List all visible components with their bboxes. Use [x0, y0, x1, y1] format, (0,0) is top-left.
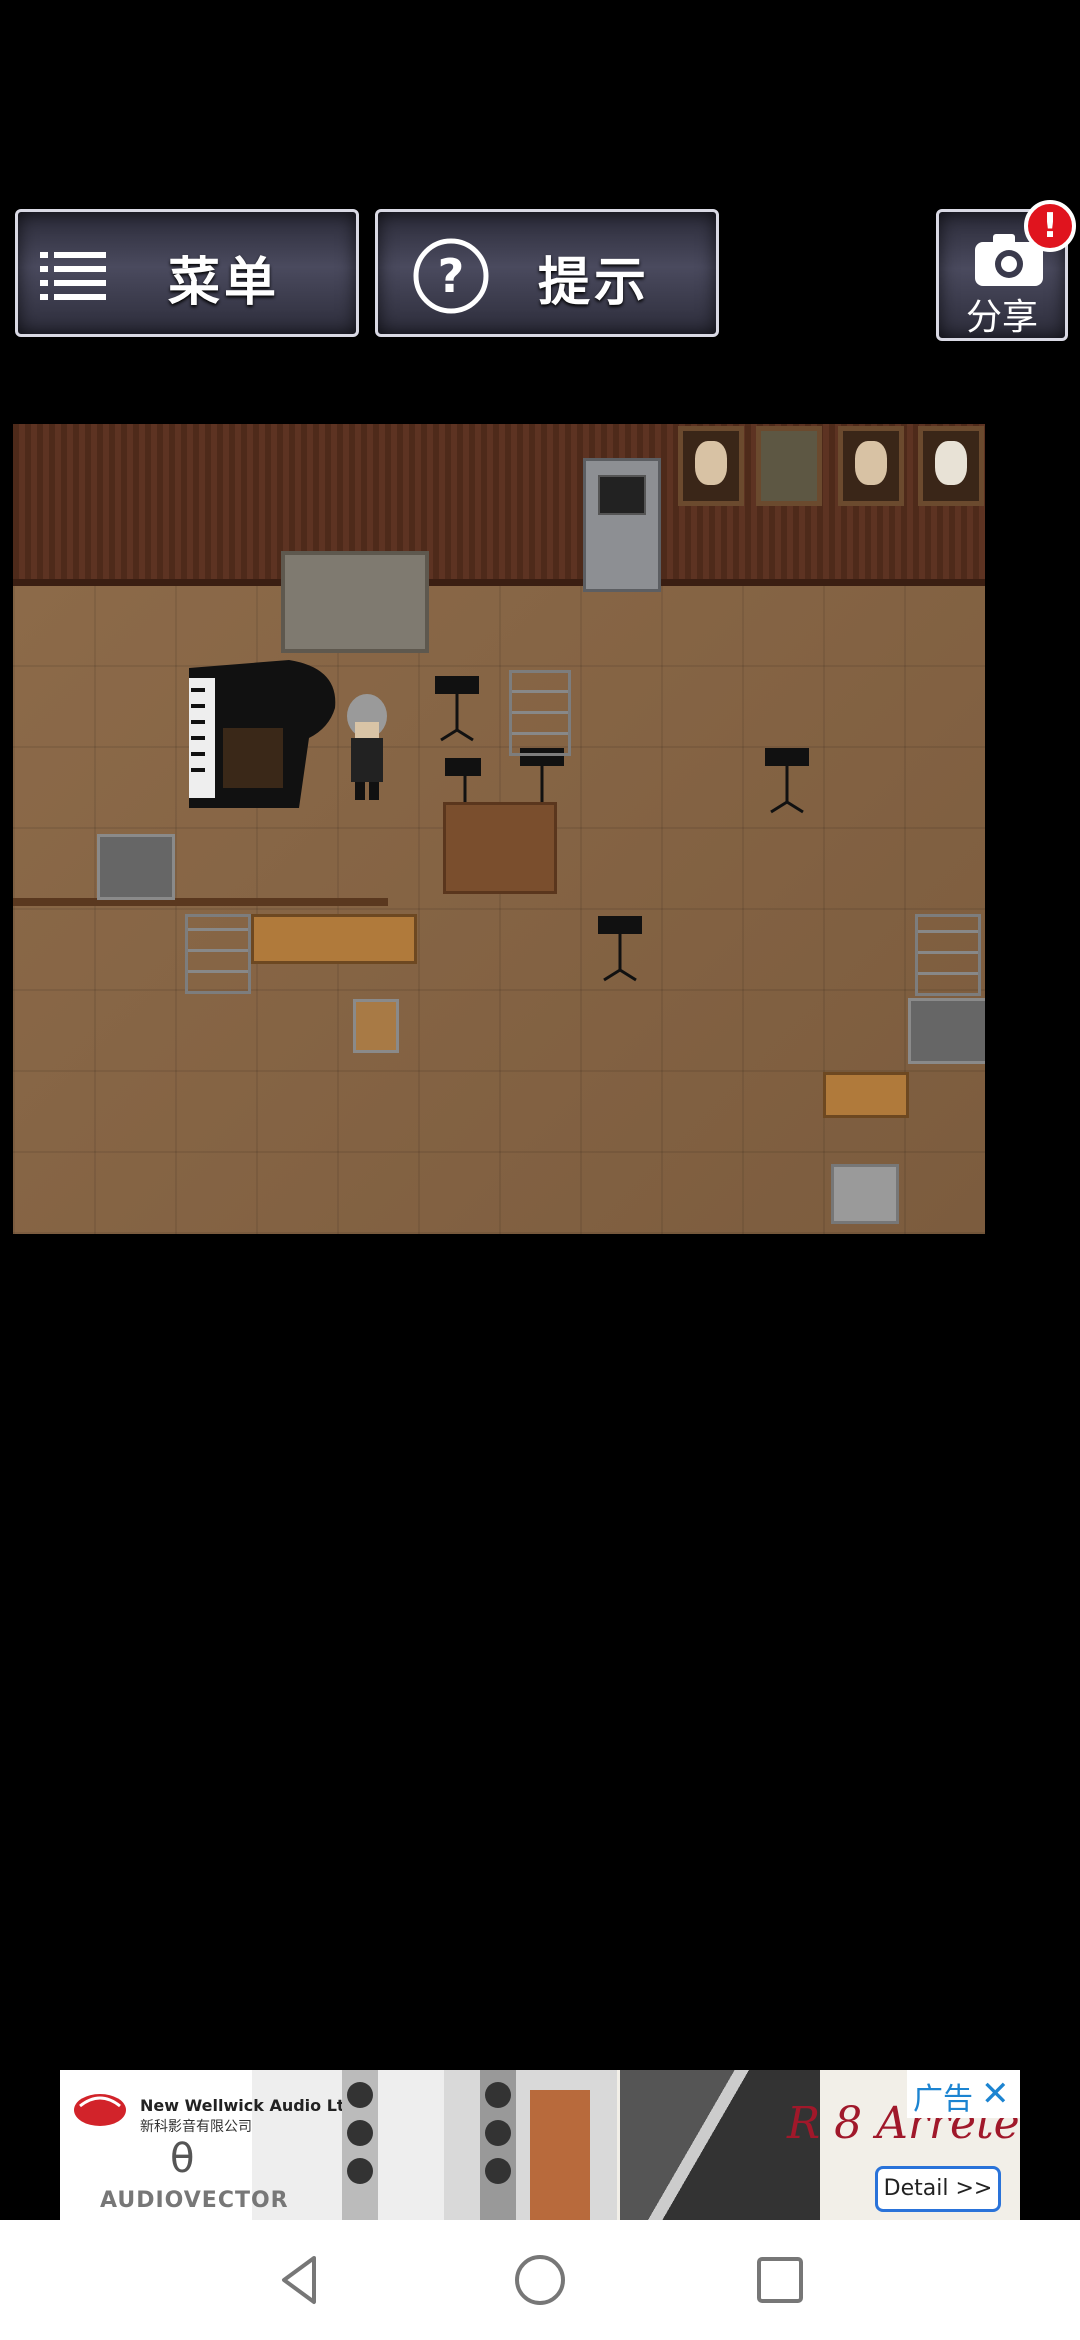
empty-frame[interactable]: [756, 426, 822, 506]
recents-icon[interactable]: [750, 2250, 810, 2310]
portrait-schubert[interactable]: [838, 426, 904, 506]
ad-detail-button[interactable]: Detail >>: [875, 2166, 1001, 2212]
small-table[interactable]: [823, 1072, 909, 1118]
menu-label: 菜单: [168, 253, 281, 313]
music-stand[interactable]: [763, 746, 811, 814]
ad-logo-icon: [74, 2094, 126, 2126]
chair-stack[interactable]: [185, 914, 251, 994]
speaker-image: [342, 2070, 378, 2220]
floor: [13, 586, 985, 1234]
portrait-face: [855, 441, 887, 485]
speaker-image: [480, 2070, 516, 2220]
amplifier-image: [530, 2090, 590, 2220]
notification-badge: !: [1024, 200, 1076, 252]
ad-company-name-cn: 新科影音有限公司: [140, 2119, 252, 2135]
game-scene[interactable]: [13, 424, 985, 1234]
portrait-face: [695, 441, 727, 485]
ad-brand: AUDIOVECTOR: [100, 2188, 289, 2213]
portrait-face: [935, 441, 967, 485]
ad-symbol: θ: [170, 2136, 195, 2182]
question-icon: ?: [413, 238, 489, 314]
home-icon[interactable]: [510, 2250, 570, 2310]
ad-tag: 广告 ✕: [907, 2070, 1020, 2118]
chair-stack[interactable]: [509, 670, 571, 756]
hint-button[interactable]: ? 提示: [375, 209, 719, 337]
door-window: [598, 475, 646, 515]
menu-button[interactable]: 菜单: [15, 209, 359, 337]
blackboard[interactable]: [281, 551, 429, 653]
teacher-desk[interactable]: [443, 802, 557, 894]
portrait-bach[interactable]: [918, 426, 984, 506]
ad-banner[interactable]: New Wellwick Audio Ltd. 新科影音有限公司 θ AUDIO…: [60, 2070, 1020, 2220]
long-table[interactable]: [251, 914, 417, 964]
back-icon[interactable]: [270, 2250, 330, 2310]
music-stand[interactable]: [596, 914, 644, 982]
student-desk[interactable]: [908, 998, 985, 1064]
rubble[interactable]: [831, 1164, 899, 1224]
svg-text:?: ?: [438, 249, 465, 303]
grand-piano[interactable]: [179, 648, 339, 818]
player-character[interactable]: [343, 692, 391, 802]
share-label: 分享: [965, 297, 1038, 338]
student-desk[interactable]: [97, 834, 175, 900]
music-stand[interactable]: [433, 674, 481, 742]
floor-step: [13, 898, 388, 906]
list-icon: [40, 252, 106, 300]
ad-company-name: New Wellwick Audio Ltd.: [140, 2096, 363, 2115]
chair[interactable]: [353, 999, 399, 1053]
close-icon[interactable]: ✕: [981, 2074, 1010, 2114]
door[interactable]: [583, 458, 661, 592]
navigation-bar: [0, 2220, 1080, 2340]
hint-label: 提示: [538, 253, 651, 313]
portrait-beethoven[interactable]: [678, 426, 744, 506]
chair-stack[interactable]: [915, 914, 981, 996]
ad-tag-label: 广告: [913, 2082, 973, 2117]
